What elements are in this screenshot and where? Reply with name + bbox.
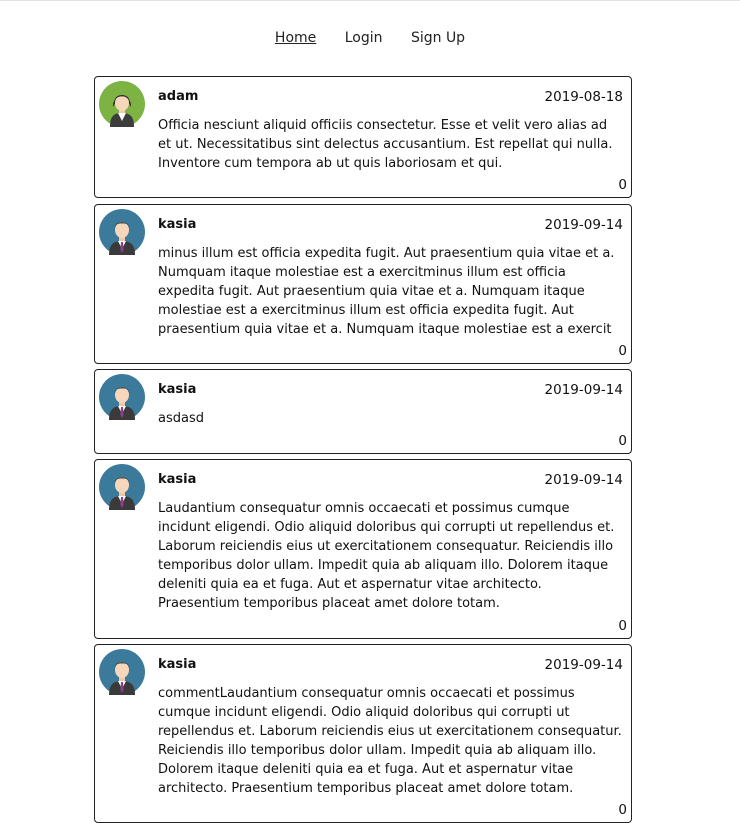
nav-home-link[interactable]: Home: [275, 30, 316, 46]
post-date: 2019-09-14: [544, 382, 623, 398]
post-date: 2019-08-18: [544, 89, 623, 105]
post-content: Laudantium consequatur omnis occaecati e…: [158, 501, 615, 611]
post-count: 0: [618, 343, 627, 359]
post-content: asdasd: [158, 411, 204, 426]
nav-signup-link[interactable]: Sign Up: [411, 30, 465, 46]
nav-login-link[interactable]: Login: [345, 30, 383, 46]
post-date: 2019-09-14: [544, 472, 623, 488]
post-card: kasia 2019-09-14 minus illum est officia…: [94, 204, 632, 364]
post-card: adam 2019-08-18 Officia nesciunt aliquid…: [94, 76, 632, 198]
female-avatar-icon: [99, 81, 145, 127]
post-card: kasia 2019-09-14 asdasd 0: [94, 369, 632, 454]
post-count: 0: [618, 177, 627, 193]
post-author[interactable]: adam: [158, 89, 198, 104]
post-content: commentLaudantium consequatur omnis occa…: [158, 686, 622, 796]
post-author[interactable]: kasia: [158, 657, 196, 672]
post-card: kasia 2019-09-14 Laudantium consequatur …: [94, 459, 632, 639]
male-avatar-icon: [99, 464, 145, 510]
male-avatar-icon: [99, 374, 145, 420]
male-avatar-icon: [99, 649, 145, 695]
post-date: 2019-09-14: [544, 657, 623, 673]
top-border: [0, 0, 740, 1]
post-author[interactable]: kasia: [158, 217, 196, 232]
post-count: 0: [618, 802, 627, 818]
post-count: 0: [618, 618, 627, 634]
post-card: kasia 2019-09-14 commentLaudantium conse…: [94, 644, 632, 823]
post-date: 2019-09-14: [544, 217, 623, 233]
main-nav: Home Login Sign Up: [0, 30, 740, 46]
post-content: Officia nesciunt aliquid officiis consec…: [158, 118, 613, 171]
post-content: minus illum est officia expedita fugit. …: [158, 246, 615, 337]
post-author[interactable]: kasia: [158, 472, 196, 487]
post-author[interactable]: kasia: [158, 382, 196, 397]
male-avatar-icon: [99, 209, 145, 255]
post-count: 0: [618, 433, 627, 449]
